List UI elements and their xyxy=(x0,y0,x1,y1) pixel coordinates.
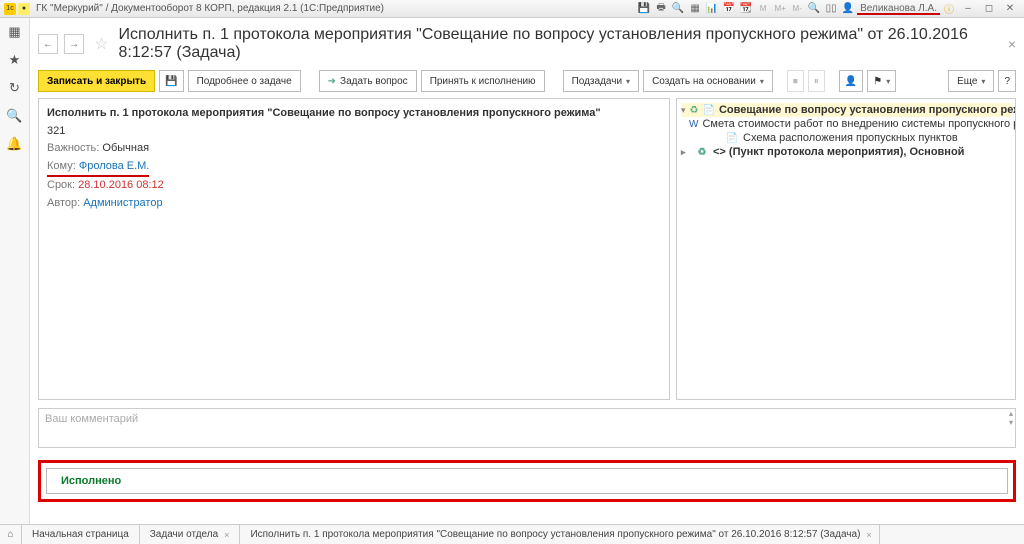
importance-label: Важность: xyxy=(47,142,99,154)
bell-icon[interactable]: 🔔 xyxy=(6,136,22,152)
attachments-pane: ▾ ♻ 📄 Совещание по вопросу установления … xyxy=(676,98,1016,400)
forward-button[interactable]: → xyxy=(64,34,84,54)
expand-icon[interactable]: ▸ xyxy=(681,147,691,158)
pause-button[interactable]: ⏸ xyxy=(808,70,825,92)
tree-item[interactable]: ▸ ♻ <> (Пункт протокола мероприятия), Ос… xyxy=(681,145,1011,159)
app-sub-icon: ● xyxy=(18,3,30,15)
user-icon: 👤 xyxy=(840,2,856,16)
close-button[interactable]: ✕ xyxy=(1000,2,1020,16)
print-icon[interactable]: 🖶 xyxy=(653,2,669,16)
apps-icon[interactable]: ▦ xyxy=(8,24,20,40)
preview-icon[interactable]: 🔍 xyxy=(670,2,686,16)
doc-icon: 📄 xyxy=(703,105,715,116)
minimize-button[interactable]: – xyxy=(958,2,978,16)
maximize-button[interactable]: ◻ xyxy=(979,2,999,16)
refresh-icon[interactable]: ♻ xyxy=(690,105,699,116)
word-icon: W xyxy=(689,119,698,130)
ask-question-button[interactable]: ➜Задать вопрос xyxy=(319,70,417,92)
search-icon[interactable]: 🔍 xyxy=(806,2,822,16)
flag-button[interactable]: ⚑ xyxy=(867,70,896,92)
toolbar: Записать и закрыть 💾 Подробнее о задаче … xyxy=(38,70,1016,98)
to-value[interactable]: Фролова Е.М. xyxy=(79,160,150,172)
task-title: Исполнить п. 1 протокола мероприятия "Со… xyxy=(47,107,601,119)
author-value[interactable]: Администратор xyxy=(83,197,162,209)
more-button[interactable]: Еще xyxy=(948,70,994,92)
compare-icon[interactable]: ▦ xyxy=(687,2,703,16)
history-icon[interactable]: ↻ xyxy=(9,80,20,96)
titlebar: 1c ● ГК "Меркурий" / Документооборот 8 К… xyxy=(0,0,1024,18)
sidebar: ▦ ★ ↻ 🔍 🔔 xyxy=(0,18,30,524)
calc-icon[interactable]: 📊 xyxy=(704,2,720,16)
m-icon[interactable]: M xyxy=(755,2,771,16)
panel-icon[interactable]: ▯▯ xyxy=(823,2,839,16)
user-add-icon[interactable]: 👤 xyxy=(839,70,863,92)
stop-button[interactable]: ⏹ xyxy=(787,70,804,92)
collapse-icon[interactable]: ▾ xyxy=(681,105,686,116)
app-logo-icon: 1c xyxy=(4,3,16,15)
page-title: Исполнить п. 1 протокола мероприятия "Со… xyxy=(119,26,1002,62)
favorite-icon[interactable]: ☆ xyxy=(94,34,108,54)
comment-input[interactable]: Ваш комментарий ▴ ▾ xyxy=(38,408,1016,448)
help-button[interactable]: ? xyxy=(998,70,1016,92)
save-close-button[interactable]: Записать и закрыть xyxy=(38,70,155,92)
to-label: Кому: xyxy=(47,160,76,172)
accept-exec-button[interactable]: Принять к исполнению xyxy=(421,70,545,92)
search-side-icon[interactable]: 🔍 xyxy=(6,108,22,124)
save-icon[interactable]: 💾 xyxy=(636,2,652,16)
tab-start[interactable]: Начальная страница xyxy=(22,525,140,544)
app-title: ГК "Меркурий" / Документооборот 8 КОРП, … xyxy=(36,3,384,14)
due-label: Срок: xyxy=(47,179,75,191)
tab-dept-tasks[interactable]: Задачи отдела× xyxy=(140,525,241,544)
done-button[interactable]: Исполнено xyxy=(46,468,1008,494)
tree-root[interactable]: ▾ ♻ 📄 Совещание по вопросу установления … xyxy=(681,103,1011,117)
calendar-icon[interactable]: 📅 xyxy=(721,2,737,16)
tab-close-icon[interactable]: × xyxy=(866,530,871,540)
author-label: Автор: xyxy=(47,197,80,209)
refresh-icon[interactable]: ♻ xyxy=(695,147,709,158)
back-button[interactable]: ← xyxy=(38,34,58,54)
create-based-button[interactable]: Создать на основании xyxy=(643,70,773,92)
tab-close-icon[interactable]: × xyxy=(224,530,229,540)
importance-value: Обычная xyxy=(102,142,149,154)
star-icon[interactable]: ★ xyxy=(9,52,21,68)
tree-item[interactable]: 📄 Схема расположения пропускных пунктов xyxy=(681,131,1011,145)
about-task-button[interactable]: Подробнее о задаче xyxy=(188,70,301,92)
save-button[interactable]: 💾 xyxy=(159,70,183,92)
info-icon[interactable]: ⓘ xyxy=(941,2,957,16)
m-plus-icon[interactable]: M+ xyxy=(772,2,788,16)
task-details-pane: Исполнить п. 1 протокола мероприятия "Со… xyxy=(38,98,670,400)
home-icon[interactable]: ⌂ xyxy=(0,525,22,544)
file-icon: 📄 xyxy=(725,133,739,144)
task-number: 321 xyxy=(47,123,661,141)
user-name[interactable]: Великанова Л.А. xyxy=(857,3,940,14)
done-highlight: Исполнено xyxy=(38,460,1016,502)
comment-up-icon[interactable]: ▴ xyxy=(1009,409,1013,418)
close-form-button[interactable]: × xyxy=(1008,36,1016,52)
due-value: 28.10.2016 08:12 xyxy=(78,179,164,191)
bottom-tabs: ⌂ Начальная страница Задачи отдела× Испо… xyxy=(0,524,1024,544)
comment-down-icon[interactable]: ▾ xyxy=(1009,418,1013,427)
m-minus-icon[interactable]: M- xyxy=(789,2,805,16)
subtasks-button[interactable]: Подзадачи xyxy=(563,70,640,92)
tab-current-task[interactable]: Исполнить п. 1 протокола мероприятия "Со… xyxy=(240,525,880,544)
tree-item[interactable]: W Смета стоимости работ по внедрению сис… xyxy=(681,117,1011,131)
date-icon[interactable]: 📆 xyxy=(738,2,754,16)
